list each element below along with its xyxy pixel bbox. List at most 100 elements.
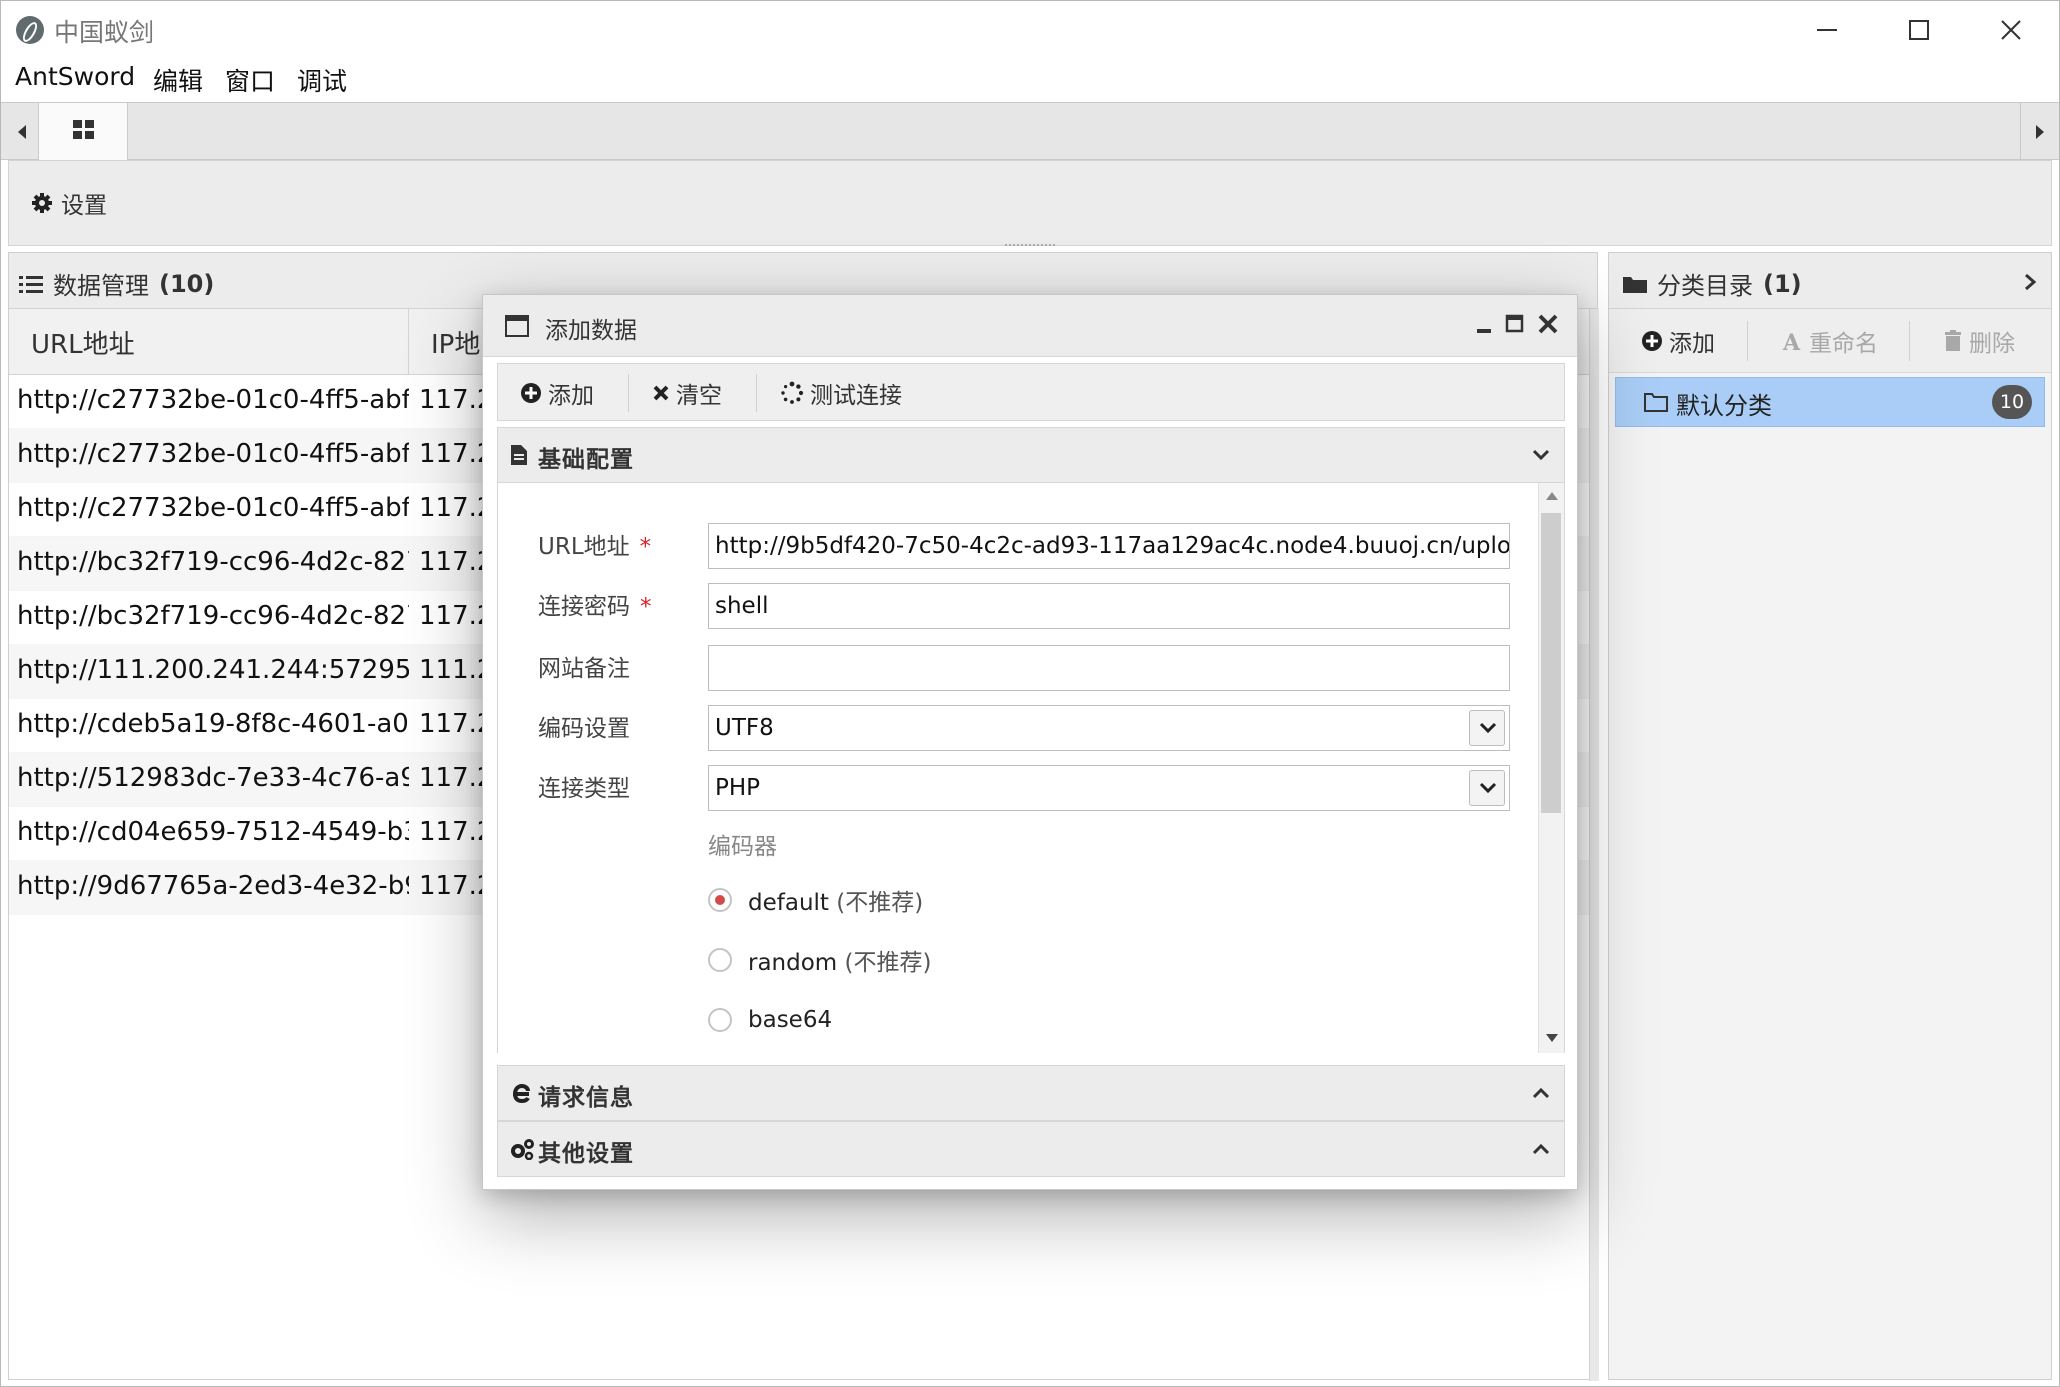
dialog-add-label: 添加 xyxy=(548,383,594,409)
dialog-add-button[interactable]: 添加 xyxy=(520,376,594,410)
encoding-select[interactable]: UTF8 xyxy=(708,705,1510,751)
chevron-up-icon xyxy=(1532,1087,1550,1099)
window-title: 中国蚁剑 xyxy=(54,18,155,47)
cell-url: http://c27732be-01c0-4ff5-abf3-4 xyxy=(17,493,415,523)
url-input[interactable]: http://9b5df420-7c50-4c2c-ad93-117aa129a… xyxy=(708,523,1510,569)
dialog-toolbar: 添加 清空 测试连接 xyxy=(497,363,1565,421)
section-other-settings-title: 其他设置 xyxy=(538,1141,634,1167)
menu-antsword[interactable]: AntSword xyxy=(15,62,135,91)
category-item-label: 默认分类 xyxy=(1676,392,1772,420)
tab-scroll-left-button[interactable] xyxy=(6,103,38,161)
dialog-test-connection-label: 测试连接 xyxy=(810,383,902,409)
menu-window[interactable]: 窗口 xyxy=(225,62,275,98)
folder-icon xyxy=(1623,276,1647,293)
tab-scroll-right-button[interactable] xyxy=(2024,103,2056,161)
folder-open-icon xyxy=(1644,393,1668,412)
encoder-hint: (不推荐) xyxy=(844,950,932,976)
caret-left-icon xyxy=(18,125,26,139)
chevron-right-icon[interactable] xyxy=(2023,273,2037,291)
encoder-option-base64[interactable]: base64 xyxy=(708,1003,832,1037)
close-window-button[interactable] xyxy=(1965,1,2057,59)
data-panel-count: (10) xyxy=(159,269,215,298)
scroll-up-icon[interactable] xyxy=(1545,491,1559,501)
chevron-down-icon xyxy=(1532,449,1550,461)
data-panel-scrollbar[interactable] xyxy=(1589,309,1599,1381)
plus-circle-icon xyxy=(521,383,541,403)
close-icon xyxy=(2001,20,2021,40)
plus-circle-icon xyxy=(1642,331,1662,351)
encoder-label: 编码器 xyxy=(708,834,777,860)
dialog-maximize-icon[interactable] xyxy=(1505,312,1525,336)
category-panel-header: 分类目录 (1) xyxy=(1609,253,2051,309)
category-delete-button[interactable]: 删除 xyxy=(1943,323,2015,359)
gears-icon xyxy=(511,1139,534,1160)
menu-edit[interactable]: 编辑 xyxy=(153,62,203,98)
minimize-icon xyxy=(1817,29,1837,31)
menu-debug[interactable]: 调试 xyxy=(297,62,347,98)
section-other-settings[interactable]: 其他设置 xyxy=(497,1121,1565,1177)
encoding-dropdown-button[interactable] xyxy=(1469,710,1505,746)
add-data-dialog: 添加数据 添加 清空 测试连接 基础配置 URL地址 * http://9b5d… xyxy=(482,294,1578,1190)
chevron-down-icon xyxy=(1479,722,1497,734)
encoder-option-random[interactable]: random (不推荐) xyxy=(708,943,931,977)
maximize-button[interactable] xyxy=(1873,1,1965,59)
radio-button[interactable] xyxy=(708,1008,732,1032)
toolbar-divider xyxy=(1909,321,1910,361)
note-label: 网站备注 xyxy=(538,656,630,682)
minimize-button[interactable] xyxy=(1781,1,1873,59)
connection-type-label: 连接类型 xyxy=(538,776,630,802)
encoder-name: base64 xyxy=(748,1007,833,1033)
encoder-option-default[interactable]: default (不推荐) xyxy=(708,883,923,917)
encoding-select-value: UTF8 xyxy=(715,715,774,741)
category-add-button[interactable]: 添加 xyxy=(1641,323,1715,359)
list-icon xyxy=(19,275,43,293)
window-icon xyxy=(505,315,529,337)
category-add-label: 添加 xyxy=(1669,331,1715,357)
cell-url: http://512983dc-7e33-4c76-a958- xyxy=(17,763,415,793)
dialog-close-icon[interactable] xyxy=(1537,312,1559,336)
category-item-default[interactable]: 默认分类 10 xyxy=(1615,377,2045,427)
form-scrollbar[interactable] xyxy=(1538,483,1564,1053)
category-panel-count: (1) xyxy=(1763,269,1802,298)
column-header-url[interactable]: URL地址 xyxy=(9,309,409,375)
cell-url: http://9d67765a-2ed3-4e32-b911- xyxy=(17,871,415,901)
encoder-hint: (不推荐) xyxy=(836,890,924,916)
chevron-down-icon xyxy=(1479,782,1497,794)
svg-text:A: A xyxy=(1782,330,1801,352)
font-icon: A xyxy=(1782,330,1801,352)
ie-icon xyxy=(512,1083,530,1104)
basic-config-form: URL地址 * http://9b5df420-7c50-4c2c-ad93-11… xyxy=(497,483,1565,1053)
encoding-label: 编码设置 xyxy=(538,716,630,742)
password-input[interactable]: shell xyxy=(708,583,1510,629)
dialog-minimize-icon[interactable] xyxy=(1475,312,1495,336)
section-basic-config-title: 基础配置 xyxy=(538,447,634,473)
section-request-info[interactable]: 请求信息 xyxy=(497,1065,1565,1121)
required-mark: * xyxy=(639,534,652,560)
dialog-test-connection-button[interactable]: 测试连接 xyxy=(780,376,902,410)
menu-bar: AntSword 编辑 窗口 调试 xyxy=(0,58,2060,102)
dialog-titlebar[interactable]: 添加数据 xyxy=(483,295,1577,357)
category-rename-label: 重命名 xyxy=(1809,331,1878,357)
note-input[interactable] xyxy=(708,645,1510,691)
cell-url: http://bc32f719-cc96-4d2c-8276-( xyxy=(17,601,415,631)
section-basic-config[interactable]: 基础配置 xyxy=(497,427,1565,483)
chevron-up-icon xyxy=(1532,1143,1550,1155)
tab-home[interactable] xyxy=(38,103,128,160)
gear-icon xyxy=(32,193,52,213)
scroll-down-icon[interactable] xyxy=(1545,1033,1559,1043)
scrollbar-thumb[interactable] xyxy=(1541,513,1561,813)
splitter-handle[interactable] xyxy=(1005,244,1055,248)
maximize-icon xyxy=(1909,20,1929,40)
connection-type-value: PHP xyxy=(715,775,761,801)
connection-type-dropdown-button[interactable] xyxy=(1469,770,1505,806)
required-mark: * xyxy=(640,594,652,620)
toolbar-divider xyxy=(628,374,629,412)
category-panel-title: 分类目录 xyxy=(1657,272,1753,300)
dialog-clear-button[interactable]: 清空 xyxy=(652,376,722,410)
radio-button[interactable] xyxy=(708,888,732,912)
radio-button[interactable] xyxy=(708,948,732,972)
settings-button[interactable]: 设置 xyxy=(31,185,107,221)
cell-url: http://cd04e659-7512-4549-b37d- xyxy=(17,817,415,847)
category-rename-button[interactable]: A 重命名 xyxy=(1781,323,1878,359)
connection-type-select[interactable]: PHP xyxy=(708,765,1510,811)
